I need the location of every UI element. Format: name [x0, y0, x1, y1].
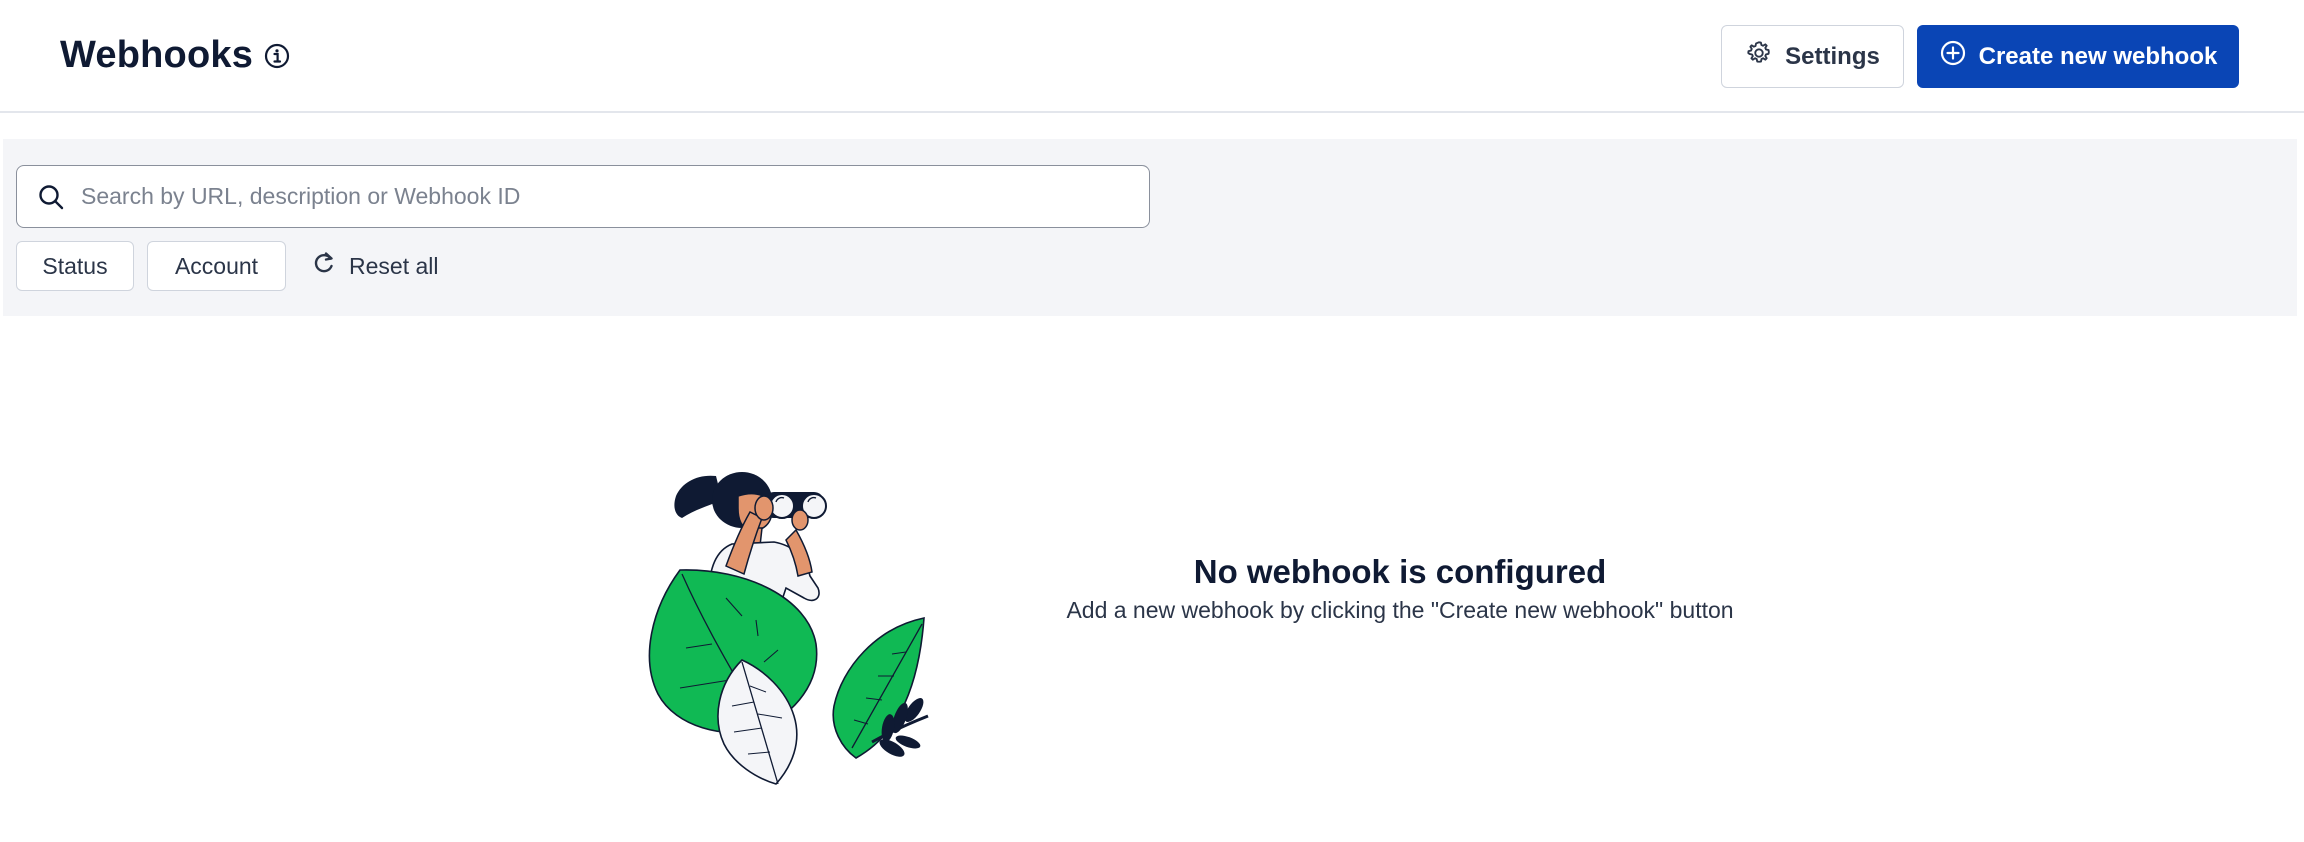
status-filter-button[interactable]: Status — [16, 241, 134, 291]
info-icon[interactable] — [263, 42, 291, 70]
page-header: Webhooks Settings Create new webhook — [0, 0, 2304, 113]
search-input[interactable] — [81, 176, 1131, 216]
empty-state: No webhook is configured Add a new webho… — [1000, 553, 1800, 624]
empty-state-subtitle: Add a new webhook by clicking the "Creat… — [1066, 597, 1734, 623]
filter-panel: Status Account Reset all — [3, 139, 2297, 316]
plus-circle-icon — [1939, 39, 1967, 74]
gear-icon — [1745, 39, 1773, 74]
settings-label: Settings — [1785, 42, 1880, 70]
account-filter-button[interactable]: Account — [147, 241, 286, 291]
search-icon — [37, 183, 65, 211]
create-webhook-button[interactable]: Create new webhook — [1917, 25, 2239, 88]
empty-state-title: No webhook is configured — [1193, 553, 1607, 590]
page-title: Webhooks — [60, 34, 254, 76]
reset-all-button[interactable]: Reset all — [311, 241, 438, 291]
reset-icon — [311, 250, 337, 282]
webhooks-page: Webhooks Settings Create new webhook Sea… — [0, 0, 2304, 842]
search-box[interactable] — [16, 165, 1150, 228]
binoculars-illustration — [646, 448, 958, 786]
title-wrap: Webhooks — [60, 34, 291, 77]
create-webhook-label: Create new webhook — [1978, 42, 2218, 70]
settings-button[interactable]: Settings — [1721, 25, 1904, 88]
reset-all-label: Reset all — [349, 252, 439, 279]
